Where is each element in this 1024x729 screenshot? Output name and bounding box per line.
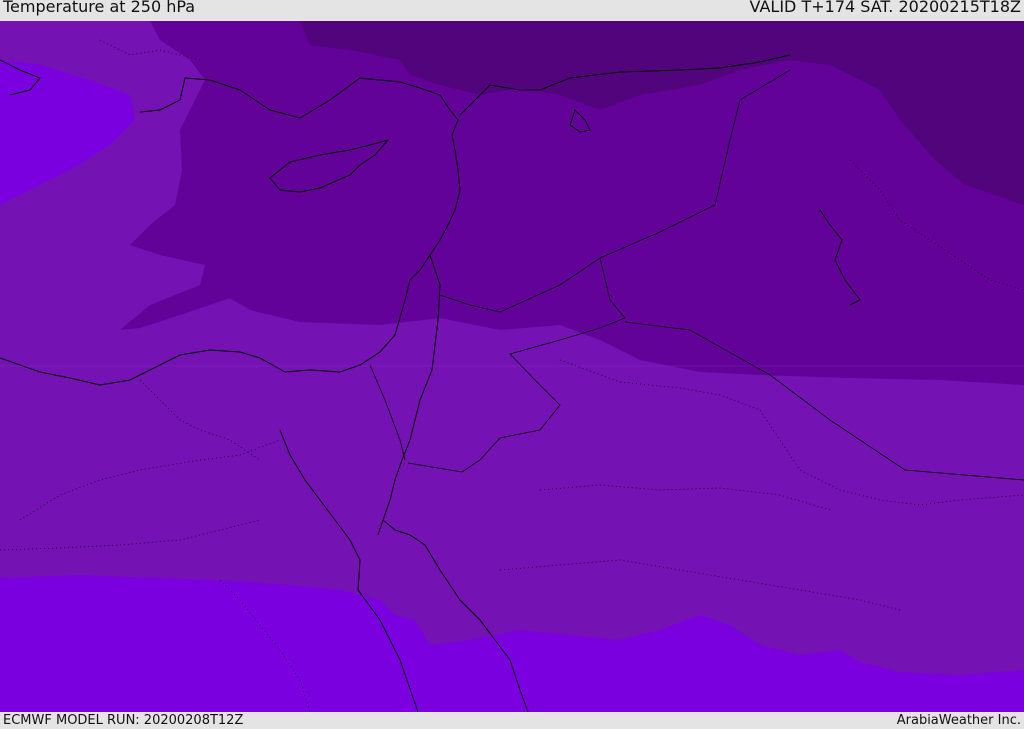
header-bar: Temperature at 250 hPa VALID T+174 SAT. … — [0, 0, 1024, 21]
credit: ArabiaWeather Inc. — [896, 713, 1021, 728]
map-title: Temperature at 250 hPa — [3, 0, 196, 16]
valid-time: VALID T+174 SAT. 20200215T18Z — [749, 0, 1021, 16]
temperature-map — [0, 21, 1024, 712]
model-run: ECMWF MODEL RUN: 20200208T12Z — [3, 713, 244, 728]
footer-bar: ECMWF MODEL RUN: 20200208T12Z ArabiaWeat… — [0, 712, 1024, 729]
map-canvas — [0, 21, 1024, 712]
